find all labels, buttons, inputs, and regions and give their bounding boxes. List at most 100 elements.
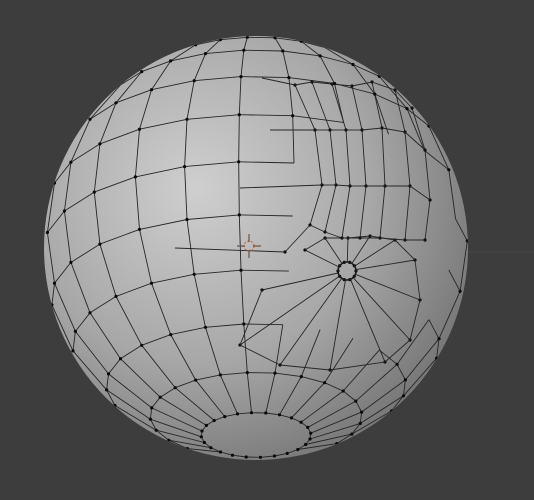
mesh-vertex[interactable] bbox=[50, 303, 54, 307]
mesh-vertex[interactable] bbox=[209, 446, 213, 450]
mesh-vertex[interactable] bbox=[401, 394, 406, 398]
mesh-vertex[interactable] bbox=[203, 325, 208, 329]
mesh-vertex[interactable] bbox=[62, 209, 66, 213]
mesh-vertex[interactable] bbox=[169, 333, 173, 337]
mesh-vertex[interactable] bbox=[395, 362, 399, 366]
mesh-vertex[interactable] bbox=[245, 371, 249, 375]
mesh-vertex[interactable] bbox=[437, 337, 441, 341]
mesh-vertex[interactable] bbox=[192, 79, 196, 83]
mesh-vertex[interactable] bbox=[244, 455, 248, 459]
mesh-vertex[interactable] bbox=[194, 43, 198, 47]
mesh-vertex[interactable] bbox=[88, 117, 92, 121]
mesh-vertex[interactable] bbox=[140, 343, 144, 347]
mesh-vertex[interactable] bbox=[199, 435, 203, 439]
mesh-vertex[interactable] bbox=[351, 62, 355, 67]
mesh-vertex[interactable] bbox=[218, 38, 222, 42]
mesh-vertex[interactable] bbox=[239, 75, 243, 79]
mesh-vertex[interactable] bbox=[73, 329, 77, 333]
mesh-vertex[interactable] bbox=[52, 181, 57, 185]
mesh-vertex[interactable] bbox=[148, 417, 152, 421]
mesh-vertex[interactable] bbox=[373, 92, 377, 96]
mesh-vertex[interactable] bbox=[258, 455, 263, 459]
mesh-vertex[interactable] bbox=[289, 416, 294, 420]
mesh-vertex[interactable] bbox=[360, 410, 364, 414]
mesh-vertex[interactable] bbox=[242, 48, 246, 52]
mesh-vertex[interactable] bbox=[405, 107, 409, 111]
mesh-vertex[interactable] bbox=[245, 36, 249, 39]
mesh-vertex[interactable] bbox=[296, 447, 300, 452]
mesh-vertex[interactable] bbox=[242, 322, 246, 326]
mesh-vertex[interactable] bbox=[185, 217, 189, 222]
mesh-vertex[interactable] bbox=[114, 294, 118, 298]
mesh-vertex[interactable] bbox=[237, 113, 241, 117]
mesh-vertex[interactable] bbox=[98, 142, 102, 146]
mesh-vertex[interactable] bbox=[273, 36, 277, 40]
mesh-vertex[interactable] bbox=[237, 213, 241, 217]
mesh-vertex[interactable] bbox=[235, 412, 240, 416]
mesh-vertex[interactable] bbox=[377, 74, 381, 78]
mesh-vertex[interactable] bbox=[403, 378, 407, 382]
mesh-vertex[interactable] bbox=[158, 395, 162, 399]
mesh-vertex[interactable] bbox=[223, 415, 227, 419]
mesh-vertex[interactable] bbox=[465, 239, 469, 243]
mesh-vertex[interactable] bbox=[69, 260, 73, 264]
mesh-vertex[interactable] bbox=[183, 165, 187, 169]
3d-viewport[interactable] bbox=[0, 0, 534, 500]
mesh-vertex[interactable] bbox=[204, 423, 208, 427]
mesh-vertex[interactable] bbox=[435, 356, 439, 360]
mesh-vertex[interactable] bbox=[140, 70, 144, 74]
mesh-vertex[interactable] bbox=[45, 230, 50, 235]
mesh-vertex[interactable] bbox=[350, 432, 354, 436]
mesh-vertex[interactable] bbox=[230, 453, 235, 457]
mesh-vertex[interactable] bbox=[332, 81, 337, 86]
mesh-vertex[interactable] bbox=[154, 428, 158, 432]
mesh-vertex[interactable] bbox=[149, 88, 154, 92]
mesh-vertex[interactable] bbox=[185, 447, 189, 451]
mesh-vertex[interactable] bbox=[308, 437, 312, 441]
mesh-vertex[interactable] bbox=[272, 454, 277, 458]
mesh-vertex[interactable] bbox=[169, 59, 173, 63]
mesh-vertex[interactable] bbox=[281, 49, 285, 53]
mesh-vertex[interactable] bbox=[202, 440, 206, 445]
mesh-vertex[interactable] bbox=[52, 281, 57, 285]
mesh-vertex[interactable] bbox=[114, 101, 118, 105]
mesh-vertex[interactable] bbox=[458, 289, 462, 293]
mesh-vertex[interactable] bbox=[194, 378, 198, 382]
mesh-vertex[interactable] bbox=[150, 406, 154, 410]
mesh-vertex[interactable] bbox=[273, 371, 277, 375]
mesh-vertex[interactable] bbox=[113, 403, 117, 408]
mesh-vertex[interactable] bbox=[358, 421, 362, 425]
mesh-vertex[interactable] bbox=[318, 54, 322, 58]
mesh-vertex[interactable] bbox=[98, 242, 102, 246]
mesh-vertex[interactable] bbox=[354, 399, 358, 403]
mesh-vertex[interactable] bbox=[212, 418, 216, 423]
mesh-vertex[interactable] bbox=[133, 175, 137, 179]
mesh-vertex[interactable] bbox=[323, 381, 327, 385]
mesh-vertex[interactable] bbox=[105, 388, 109, 392]
mesh-vertex[interactable] bbox=[192, 272, 196, 276]
mesh-vertex[interactable] bbox=[185, 117, 189, 121]
mesh-vertex[interactable] bbox=[237, 160, 241, 164]
viewport-canvas[interactable] bbox=[0, 0, 534, 500]
mesh-vertex[interactable] bbox=[277, 413, 282, 417]
mesh-vertex[interactable] bbox=[200, 429, 204, 433]
mesh-vertex[interactable] bbox=[203, 52, 208, 56]
mesh-vertex[interactable] bbox=[71, 349, 75, 353]
mesh-vertex[interactable] bbox=[173, 386, 177, 390]
mesh-vertex[interactable] bbox=[88, 311, 92, 315]
mesh-vertex[interactable] bbox=[291, 114, 295, 118]
mesh-vertex[interactable] bbox=[218, 373, 222, 377]
mesh-vertex[interactable] bbox=[264, 411, 268, 415]
mesh-vertex[interactable] bbox=[299, 420, 303, 424]
mesh-vertex[interactable] bbox=[304, 442, 308, 447]
mesh-vertex[interactable] bbox=[389, 409, 394, 413]
mesh-vertex[interactable] bbox=[137, 227, 142, 231]
mesh-vertex[interactable] bbox=[447, 168, 451, 172]
mesh-vertex[interactable] bbox=[299, 375, 303, 379]
mesh-vertex[interactable] bbox=[299, 39, 303, 43]
mesh-vertex[interactable] bbox=[341, 389, 345, 393]
mesh-vertex[interactable] bbox=[239, 268, 243, 272]
mesh-vertex[interactable] bbox=[167, 438, 171, 442]
mesh-vertex[interactable] bbox=[249, 411, 254, 415]
mesh-vertex[interactable] bbox=[106, 372, 111, 376]
